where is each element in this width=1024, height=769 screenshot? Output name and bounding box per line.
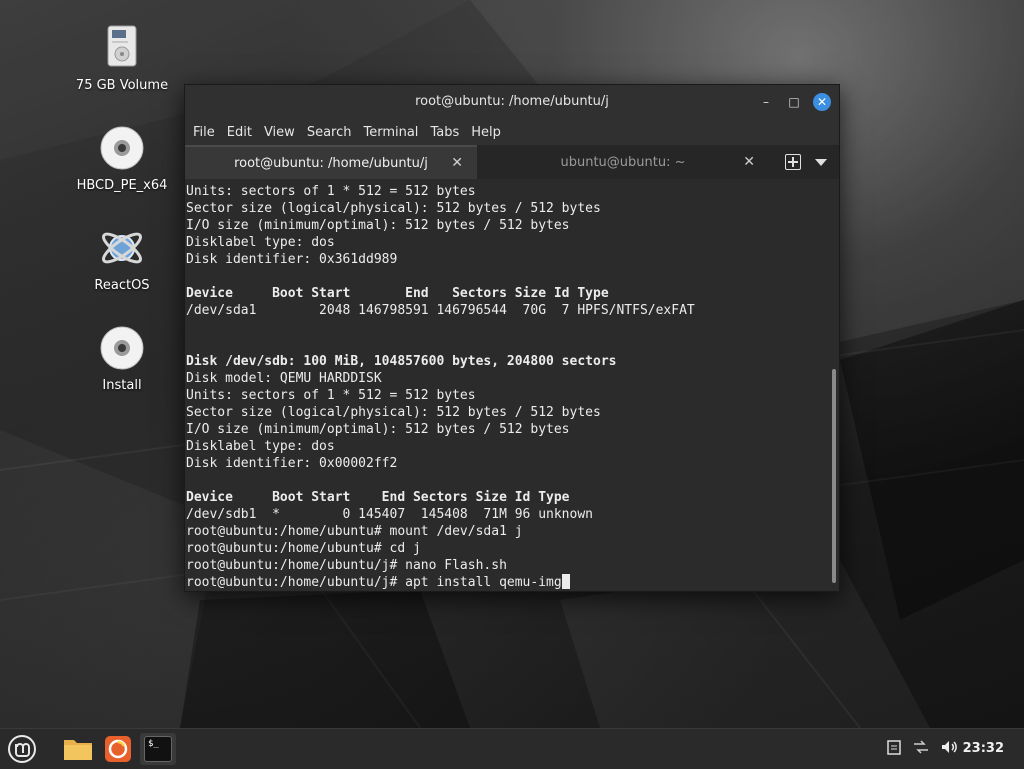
- window-title: root@ubuntu: /home/ubuntu/j: [415, 94, 609, 109]
- network-icon[interactable]: [912, 739, 930, 759]
- tab-close-icon[interactable]: ✕: [743, 154, 755, 170]
- terminal-line: I/O size (minimum/optimal): 512 bytes / …: [186, 218, 570, 233]
- cd-disc-icon: [98, 124, 146, 172]
- terminal-line: root@ubuntu:/home/ubuntu/j# nano Flash.s…: [186, 558, 507, 573]
- minimize-button[interactable]: –: [757, 93, 775, 111]
- new-tab-icon[interactable]: [785, 154, 801, 170]
- terminal-line: Disk identifier: 0x361dd989: [186, 252, 398, 267]
- terminal-line: Device Boot Start End Sectors Size Id Ty…: [186, 286, 609, 301]
- terminal-prompt-line: root@ubuntu:/home/ubuntu/j# apt install …: [185, 574, 829, 591]
- terminal-line: Device Boot Start End Sectors Size Id Ty…: [186, 490, 570, 505]
- terminal-line: /dev/sdb1 * 0 145407 145408 71M 96 unkno…: [186, 507, 593, 522]
- menu-terminal[interactable]: Terminal: [363, 125, 426, 140]
- terminal-icon[interactable]: $_: [140, 733, 176, 765]
- desktop-icon-label: HBCD_PE_x64: [76, 178, 168, 193]
- terminal-cursor: [561, 574, 570, 589]
- menu-help[interactable]: Help: [471, 125, 509, 140]
- tab-close-icon[interactable]: ✕: [451, 155, 463, 171]
- menu-search[interactable]: Search: [307, 125, 360, 140]
- reactos-icon: [98, 224, 146, 272]
- scrollbar[interactable]: [829, 181, 839, 589]
- desktop-icon-reactos[interactable]: ReactOS: [72, 224, 172, 293]
- cd-disc-icon: [98, 324, 146, 372]
- menu-file[interactable]: File: [193, 125, 223, 140]
- linux-mint-logo-icon[interactable]: [6, 733, 38, 765]
- terminal-line: I/O size (minimum/optimal): 512 bytes / …: [186, 422, 570, 437]
- tab-root-terminal[interactable]: root@ubuntu: /home/ubuntu/j ✕: [185, 145, 477, 179]
- desktop-icon-label: ReactOS: [94, 278, 150, 293]
- desktop-icon-install[interactable]: Install: [72, 324, 172, 393]
- terminal-output[interactable]: Units: sectors of 1 * 512 = 512 bytes Sec…: [185, 181, 829, 591]
- menu-edit[interactable]: Edit: [227, 125, 260, 140]
- terminal-line: Sector size (logical/physical): 512 byte…: [186, 405, 601, 420]
- clipboard-icon[interactable]: [886, 739, 902, 759]
- scrollbar-thumb[interactable]: [832, 369, 836, 583]
- terminal-line: Disk identifier: 0x00002ff2: [186, 456, 398, 471]
- tab-ubuntu-terminal[interactable]: ubuntu@ubuntu: ~ ✕: [477, 145, 769, 179]
- taskbar: $_ 23:32: [0, 728, 1024, 769]
- volume-icon[interactable]: [940, 739, 958, 759]
- terminal-line: Units: sectors of 1 * 512 = 512 bytes: [186, 184, 476, 199]
- prompt-text: root@ubuntu:/home/ubuntu/j# apt install …: [186, 575, 562, 590]
- menu-tabs[interactable]: Tabs: [430, 125, 467, 140]
- terminal-line: Disk /dev/sdb: 100 MiB, 104857600 bytes,…: [186, 354, 617, 369]
- firefox-icon[interactable]: [102, 733, 134, 765]
- tab-bar: root@ubuntu: /home/ubuntu/j ✕ ubuntu@ubu…: [185, 145, 839, 179]
- tab-label: ubuntu@ubuntu: ~: [560, 154, 686, 170]
- menu-view[interactable]: View: [264, 125, 303, 140]
- terminal-glyph: $_: [144, 736, 172, 762]
- close-button[interactable]: ✕: [813, 93, 831, 111]
- desktop-icon-label: Install: [102, 378, 142, 393]
- terminal-line: Disk model: QEMU HARDDISK: [186, 371, 382, 386]
- menu-bar: File Edit View Search Terminal Tabs Help: [185, 119, 839, 145]
- desktop-icon-label: 75 GB Volume: [75, 78, 169, 93]
- terminal-line: Units: sectors of 1 * 512 = 512 bytes: [186, 388, 476, 403]
- tab-label: root@ubuntu: /home/ubuntu/j: [234, 155, 428, 171]
- folder-icon[interactable]: [62, 733, 94, 765]
- terminal-line: root@ubuntu:/home/ubuntu# cd j: [186, 541, 421, 556]
- chevron-down-icon[interactable]: [815, 158, 827, 166]
- terminal-line: Disklabel type: dos: [186, 235, 335, 250]
- clock[interactable]: 23:32: [963, 729, 1004, 769]
- maximize-button[interactable]: □: [785, 93, 803, 111]
- terminal-line: Sector size (logical/physical): 512 byte…: [186, 201, 601, 216]
- title-bar[interactable]: root@ubuntu: /home/ubuntu/j – □ ✕: [185, 85, 839, 119]
- desktop-icon-75gb-volume[interactable]: 75 GB Volume: [72, 24, 172, 93]
- terminal-window: root@ubuntu: /home/ubuntu/j – □ ✕ File E…: [184, 84, 840, 592]
- terminal-line: /dev/sda1 2048 146798591 146796544 70G 7…: [186, 303, 695, 318]
- desktop-icon-hbcd-pe-x64[interactable]: HBCD_PE_x64: [72, 124, 172, 193]
- terminal-line: root@ubuntu:/home/ubuntu# mount /dev/sda…: [186, 524, 523, 539]
- terminal-line: Disklabel type: dos: [186, 439, 335, 454]
- drive-icon: [98, 24, 146, 72]
